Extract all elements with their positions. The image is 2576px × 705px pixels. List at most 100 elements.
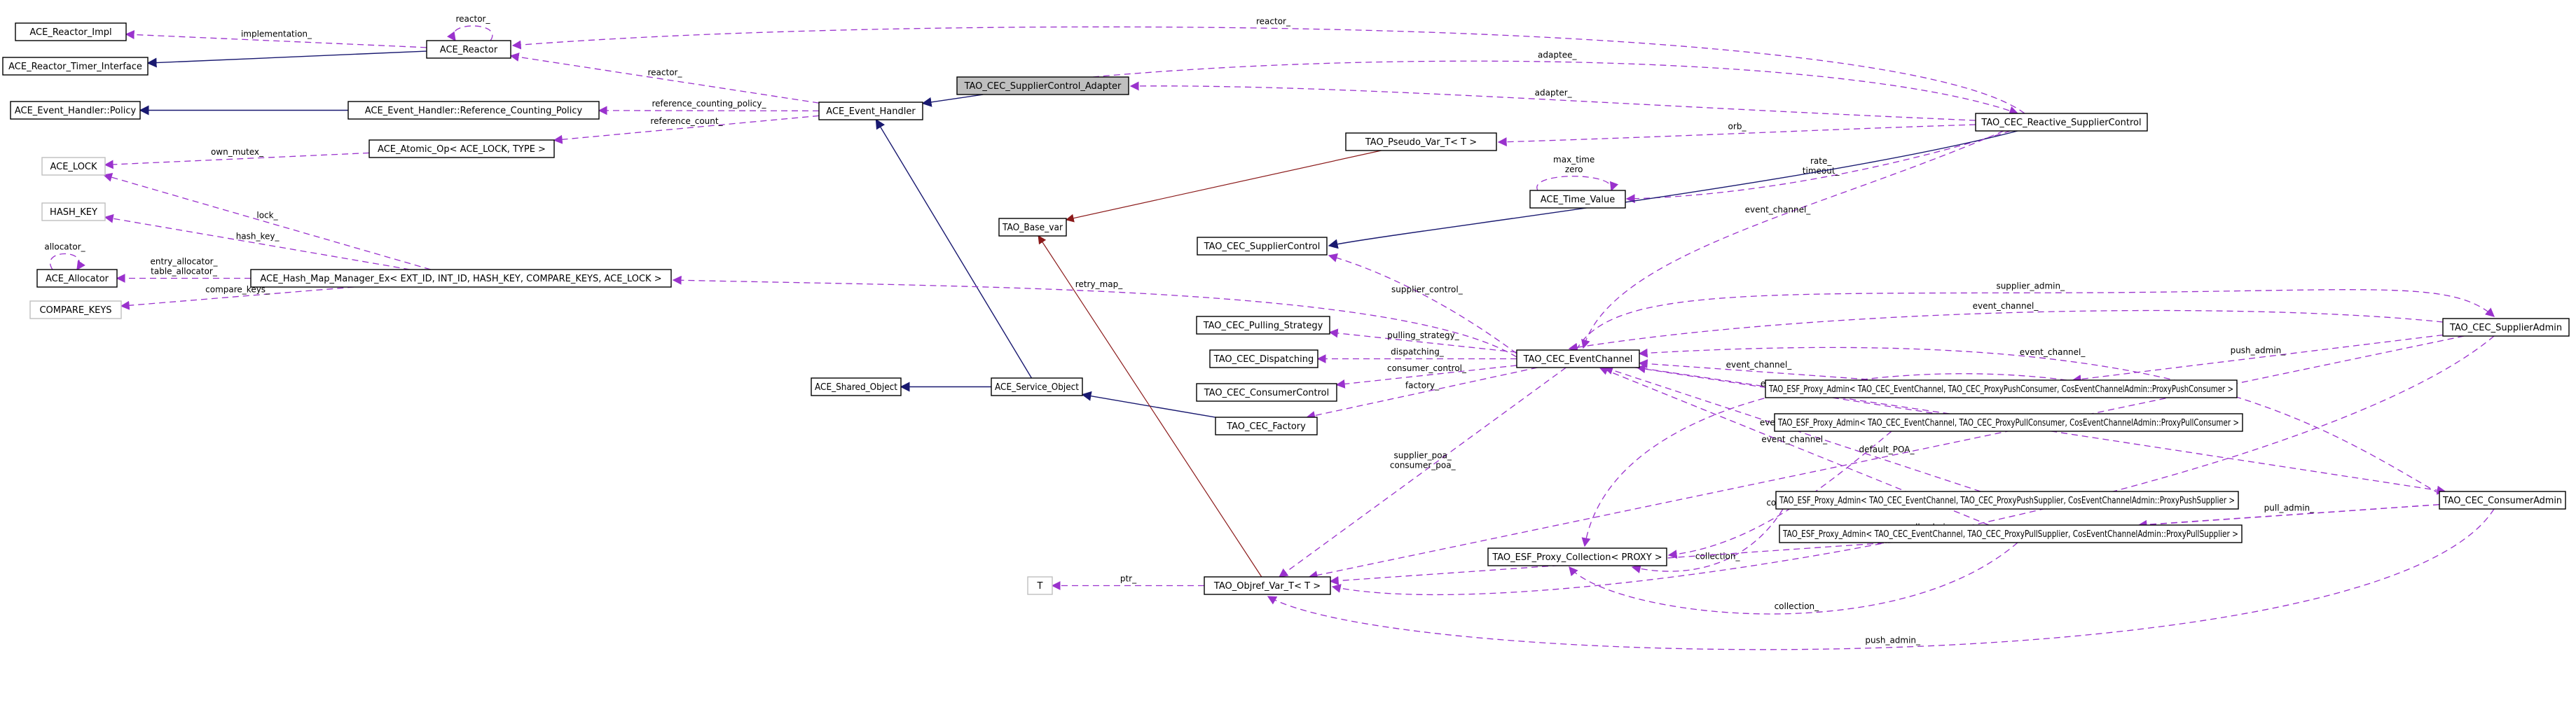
- node-event-handler[interactable]: ACE_Event_Handler: [818, 102, 923, 120]
- edge-event_channel-to-dispatching: dispatching_: [1316, 347, 1517, 363]
- edge-label: reactor_: [456, 14, 491, 24]
- edge-supplier_admin-to-event_channel: event_channel_: [1568, 301, 2444, 352]
- node-label: TAO_CEC_Pulling_Strategy: [1203, 321, 1323, 331]
- node-label: TAO_ESF_Proxy_Collection< PROXY >: [1492, 552, 1662, 563]
- node-label: ACE_Reactor: [440, 45, 498, 55]
- edge-label: orb_: [1728, 122, 1747, 132]
- node-ace-lock: ACE_LOCK: [41, 157, 106, 176]
- node-event-channel[interactable]: TAO_CEC_EventChannel: [1516, 349, 1640, 368]
- node-label: TAO_Objref_Var_T< T >: [1213, 581, 1321, 592]
- edge-label: event_channel_: [1761, 435, 1828, 445]
- node-label: TAO_ESF_Proxy_Admin< TAO_CEC_EventChanne…: [1782, 529, 2238, 540]
- edge-reactor-to-reactor_timer: [146, 50, 427, 68]
- edge-line: [1081, 391, 1216, 418]
- node-label: TAO_CEC_ConsumerAdmin: [2442, 496, 2562, 506]
- edge-label: supplier_admin_: [1996, 281, 2065, 291]
- node-label: ACE_Shared_Object: [815, 382, 897, 393]
- node-base-var[interactable]: TAO_Base_var: [998, 218, 1067, 237]
- edge-label: reference_count_: [650, 116, 723, 126]
- node-label: ACE_Hash_Map_Manager_Ex< EXT_ID, INT_ID,…: [260, 274, 661, 284]
- node-label: TAO_ESF_Proxy_Admin< TAO_CEC_EventChanne…: [1779, 496, 2235, 506]
- node-pseudo-var[interactable]: TAO_Pseudo_Var_T< T >: [1345, 132, 1497, 151]
- edge-line: [102, 173, 431, 270]
- edge-label: collection_: [1775, 601, 1820, 611]
- node-pa-pull-supplier[interactable]: TAO_ESF_Proxy_Admin< TAO_CEC_EventChanne…: [1779, 524, 2243, 543]
- node-pa-push-supplier[interactable]: TAO_ESF_Proxy_Admin< TAO_CEC_EventChanne…: [1775, 491, 2239, 510]
- node-eh-refpolicy[interactable]: ACE_Event_Handler::Reference_Counting_Po…: [347, 101, 600, 120]
- edge-label: default_POA_: [1859, 445, 1915, 454]
- node-supplier-control[interactable]: TAO_CEC_SupplierControl: [1197, 237, 1328, 256]
- edge-service_object-to-event_handler: [875, 118, 1033, 379]
- node-dispatching[interactable]: TAO_CEC_Dispatching: [1209, 349, 1318, 368]
- node-label: TAO_CEC_Dispatching: [1213, 354, 1314, 365]
- edge-label: pulling_strategy_: [1387, 330, 1459, 340]
- node-shared-object[interactable]: ACE_Shared_Object: [811, 377, 902, 396]
- node-pa-push-consumer[interactable]: TAO_ESF_Proxy_Admin< TAO_CEC_EventChanne…: [1765, 379, 2238, 398]
- edge-label: allocator_: [44, 242, 85, 252]
- edge-label: event_channel_: [1726, 360, 1793, 370]
- edge-line: [672, 275, 1517, 358]
- node-label: TAO_CEC_SupplierControl: [1204, 242, 1321, 252]
- edge-line: [146, 50, 427, 68]
- node-allocator[interactable]: ACE_Allocator: [36, 269, 118, 288]
- node-hash-map[interactable]: ACE_Hash_Map_Manager_Ex< EXT_ID, INT_ID,…: [250, 269, 672, 288]
- edge-line: [50, 253, 85, 271]
- node-label: ACE_Atomic_Op< ACE_LOCK, TYPE >: [378, 144, 546, 155]
- node-label: TAO_Pseudo_Var_T< T >: [1365, 137, 1477, 148]
- edge-label: push_admin_: [1865, 636, 1921, 645]
- edge-line: [1536, 176, 1619, 192]
- node-supplier-admin[interactable]: TAO_CEC_SupplierAdmin: [2442, 318, 2570, 337]
- node-service-object[interactable]: ACE_Service_Object: [991, 377, 1083, 396]
- edge-label: reactor_: [1256, 16, 1291, 26]
- edge-label: event_channel_: [1745, 204, 1812, 214]
- node-consumer-control[interactable]: TAO_CEC_ConsumerControl: [1196, 383, 1337, 402]
- node-label: HASH_KEY: [50, 207, 97, 218]
- node-factory[interactable]: TAO_CEC_Factory: [1215, 417, 1318, 435]
- edge-label: event_channel_: [2020, 347, 2086, 357]
- edge-hash_map-to-allocator: entry_allocator_table_allocator_: [116, 257, 251, 283]
- edge-label: push_admin_: [2231, 346, 2287, 356]
- node-proxy-collection[interactable]: TAO_ESF_Proxy_Collection< PROXY >: [1487, 547, 1667, 566]
- edge-line: [2072, 334, 2444, 384]
- node-consumer-admin[interactable]: TAO_CEC_ConsumerAdmin: [2439, 491, 2566, 510]
- edge-label: supplier_control_: [1391, 285, 1463, 295]
- edge-reactive_sc-to-event_channel: event_channel_: [1581, 130, 2004, 349]
- node-objref-var[interactable]: TAO_Objref_Var_T< T >: [1204, 576, 1331, 595]
- edge-label: reference_counting_policy_: [652, 99, 766, 109]
- edge-label: supplier_poa_: [1394, 451, 1452, 461]
- node-adapter: TAO_CEC_SupplierControl_Adapter: [956, 76, 1129, 95]
- edge-label: implementation_: [241, 29, 312, 39]
- node-reactor-impl[interactable]: ACE_Reactor_Impl: [15, 22, 127, 41]
- edge-line: [875, 118, 1033, 379]
- edge-pa_push_consumer-to-event_channel: event_channel_: [1638, 359, 1878, 381]
- node-reactor-timer[interactable]: ACE_Reactor_Timer_Interface: [2, 57, 149, 76]
- node-atomic-op[interactable]: ACE_Atomic_Op< ACE_LOCK, TYPE >: [369, 139, 555, 158]
- node-pa-pull-consumer[interactable]: TAO_ESF_Proxy_Admin< TAO_CEC_EventChanne…: [1774, 413, 2243, 432]
- edge-line: [1576, 289, 2495, 351]
- edge-label: lock_: [256, 211, 278, 221]
- edge-label: hash_key_: [236, 232, 280, 242]
- edge-reactor-to-reactor: reactor_: [446, 14, 493, 42]
- edge-label: zero: [1565, 165, 1583, 174]
- node-label: TAO_CEC_Factory: [1226, 421, 1306, 432]
- node-label: TAO_CEC_EventChannel: [1523, 354, 1633, 365]
- node-reactor[interactable]: ACE_Reactor: [426, 40, 511, 59]
- edge-hash_map-to-ace_lock: lock_: [102, 173, 431, 270]
- edge-reactive_sc-to-time_value: rate_timeout_: [1625, 130, 2011, 204]
- edge-atomic_op-to-ace_lock: own_mutex_: [104, 147, 370, 169]
- node-label: TAO_CEC_Reactive_SupplierControl: [1981, 118, 2141, 128]
- edge-label: max_time: [1553, 155, 1594, 165]
- edge-label: collection_: [1695, 551, 1741, 561]
- edge-line: [1568, 309, 2444, 352]
- node-label: ACE_Time_Value: [1541, 195, 1615, 205]
- node-eh-policy[interactable]: ACE_Event_Handler::Policy: [10, 101, 141, 120]
- node-pulling-strategy[interactable]: TAO_CEC_Pulling_Strategy: [1196, 316, 1330, 335]
- node-time-value[interactable]: ACE_Time_Value: [1529, 190, 1626, 209]
- edge-hash_map-to-compare_keys: compare_keys_: [120, 285, 354, 310]
- node-reactive-sc[interactable]: TAO_CEC_Reactive_SupplierControl: [1975, 113, 2148, 132]
- edge-reactor-to-reactor_impl: implementation_: [125, 29, 427, 48]
- edge-label: event_channel_: [1973, 301, 2039, 311]
- edge-objref_var-to-base_var: [1038, 235, 1262, 578]
- edge-label: table_allocator_: [151, 267, 218, 277]
- edge-label: retry_map_: [1075, 279, 1123, 289]
